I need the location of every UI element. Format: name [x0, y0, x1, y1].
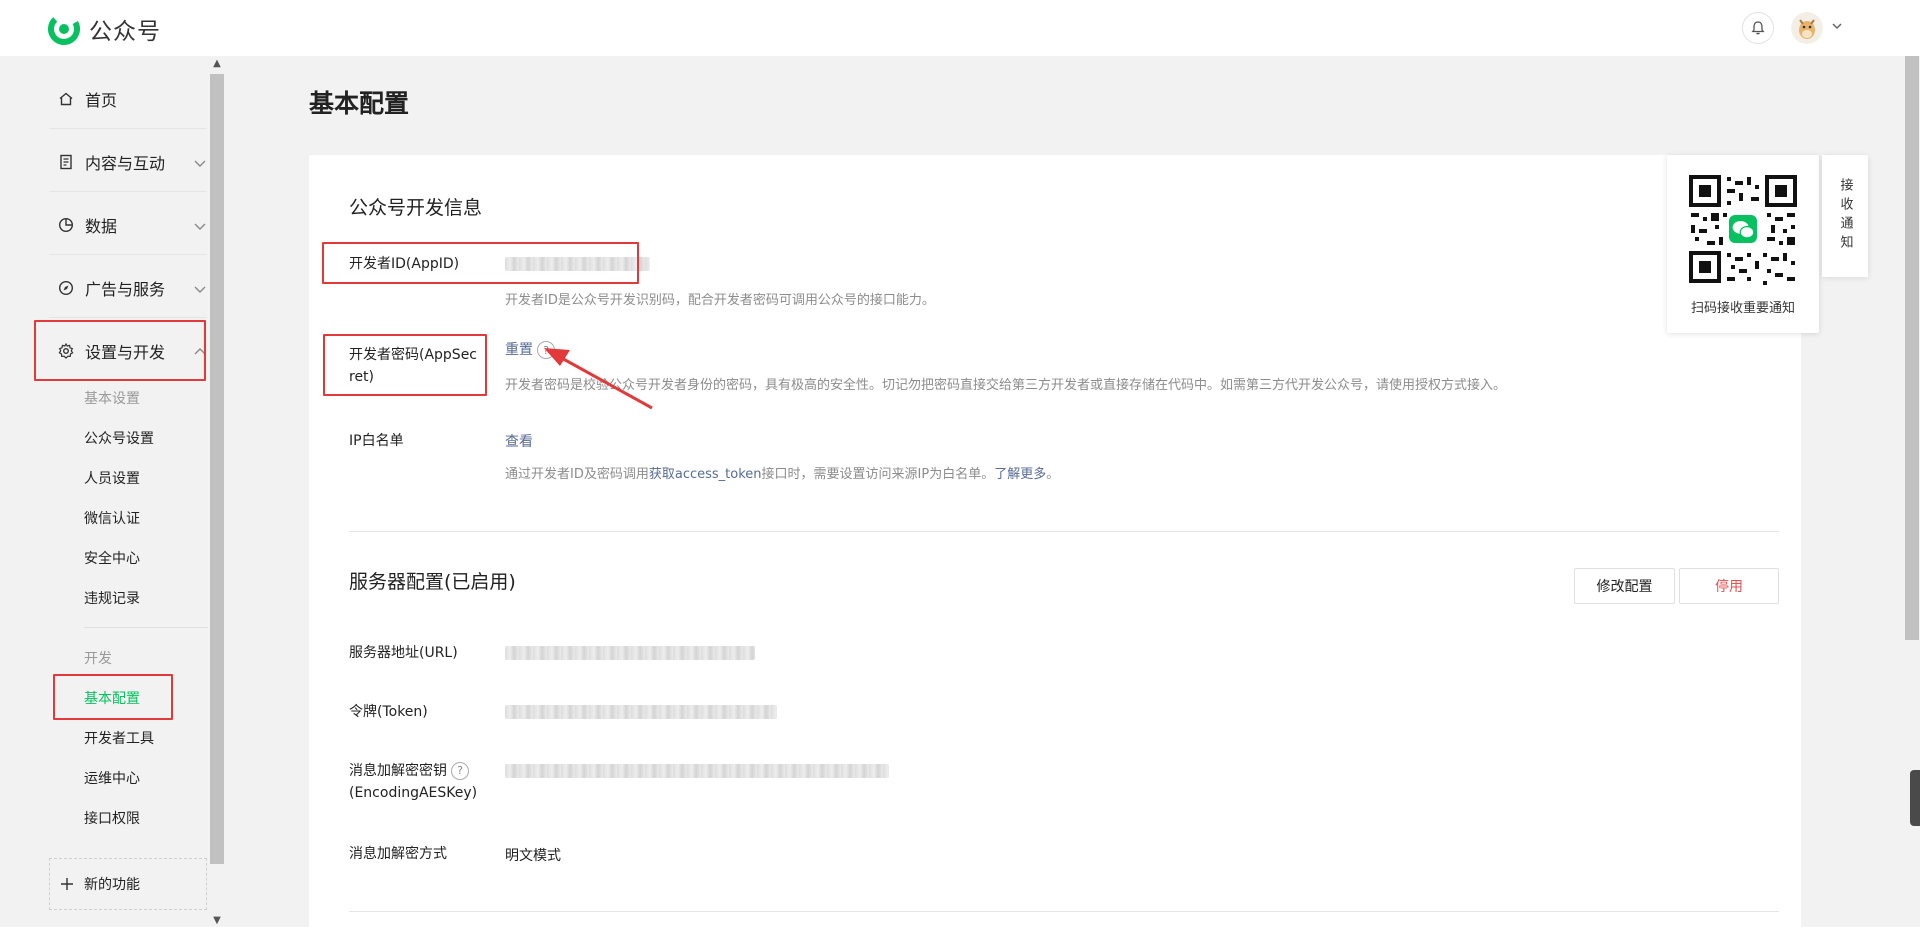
qr-notification-panel: 扫码接收重要通知 — [1667, 155, 1819, 333]
receive-notification-tab[interactable]: 接收通知 — [1822, 155, 1868, 277]
sidebar-item-violation-records[interactable]: 违规记录 — [84, 588, 140, 608]
access-token-link[interactable]: 获取access_token — [649, 467, 762, 482]
brand-name: 公众号 — [89, 19, 161, 45]
help-question-icon[interactable]: ? — [451, 762, 469, 780]
account-menu-chevron-icon[interactable] — [1831, 20, 1843, 32]
sidebar-scrollbar[interactable]: ▲ ▼ — [208, 56, 225, 927]
qr-code-icon — [1687, 173, 1799, 285]
scroll-up-arrow-icon[interactable]: ▲ — [211, 58, 223, 70]
sidebar-item-data[interactable]: 数据 — [49, 195, 207, 255]
bell-icon — [1751, 21, 1765, 35]
brand-logo[interactable]: 公众号 — [47, 12, 161, 46]
top-bar: 公众号 — [0, 0, 1920, 56]
learn-more-link[interactable]: 了解更多 — [994, 467, 1046, 482]
ip-whitelist-description: 通过开发者ID及密码调用获取access_token接口时，需要设置访问来源IP… — [505, 463, 1059, 482]
server-config-title: 服务器配置(已启用) — [349, 571, 516, 593]
plus-icon — [61, 878, 73, 890]
highlight-box-basic-config — [53, 674, 173, 720]
token-value-redacted — [505, 705, 777, 719]
sidebar-item-developer-tools[interactable]: 开发者工具 — [84, 728, 154, 748]
notification-bell-button[interactable] — [1742, 12, 1774, 44]
avatar-image-icon — [1791, 12, 1823, 44]
modify-config-button[interactable]: 修改配置 — [1574, 568, 1675, 604]
sidebar-item-content-interaction[interactable]: 内容与互动 — [49, 132, 207, 192]
server-url-value-redacted — [505, 646, 755, 660]
user-avatar[interactable] — [1791, 12, 1823, 44]
sidebar-group-header-dev: 开发 — [84, 651, 112, 667]
chevron-down-icon — [194, 223, 206, 230]
page-scroll-thumb[interactable] — [1905, 56, 1919, 640]
home-icon — [57, 90, 75, 108]
disable-button[interactable]: 停用 — [1679, 568, 1779, 604]
aes-key-label-line2: (EncodingAESKey) — [349, 785, 478, 801]
highlight-box-appsecret — [323, 334, 487, 396]
section-divider — [349, 911, 1779, 912]
aes-key-label-text: 消息加解密密钥 — [349, 763, 447, 779]
annotation-arrow-icon — [544, 348, 653, 410]
sidebar-item-label: 数据 — [85, 216, 118, 236]
sidebar-group-header-basic-settings: 基本设置 — [84, 391, 140, 407]
ip-desc-text: 通过开发者ID及密码调用 — [505, 467, 649, 482]
dev-info-title: 公众号开发信息 — [349, 197, 483, 219]
aes-key-label: 消息加解密密钥? (EncodingAESKey) — [349, 760, 477, 804]
sidebar-item-account-settings[interactable]: 公众号设置 — [84, 428, 154, 448]
chevron-down-icon — [194, 286, 206, 293]
highlight-box-appid — [322, 242, 639, 284]
ip-desc-text: 。 — [1046, 467, 1060, 482]
pie-chart-icon — [57, 216, 75, 234]
ip-desc-text: 接口时，需要设置访问来源IP为白名单。 — [761, 467, 995, 482]
aes-key-value-redacted — [505, 764, 889, 778]
document-icon — [57, 153, 75, 171]
chevron-down-icon — [194, 160, 206, 167]
sidebar-item-security-center[interactable]: 安全中心 — [84, 548, 140, 568]
encryption-mode-label: 消息加解密方式 — [349, 846, 447, 862]
scroll-down-arrow-icon[interactable]: ▼ — [211, 915, 223, 927]
sidebar-item-ops-center[interactable]: 运维中心 — [84, 768, 140, 788]
new-feature-button[interactable]: 新的功能 — [49, 858, 207, 910]
sidebar-scroll-thumb[interactable] — [210, 74, 224, 864]
ip-whitelist-view-link[interactable]: 查看 — [505, 431, 533, 451]
sidebar-item-wechat-verification[interactable]: 微信认证 — [84, 508, 140, 528]
section-divider — [349, 531, 1779, 532]
compass-icon — [57, 279, 75, 297]
ip-whitelist-label: IP白名单 — [349, 433, 404, 449]
aes-key-label-line1: 消息加解密密钥? — [349, 760, 477, 782]
qr-caption: 扫码接收重要通知 — [1690, 301, 1795, 316]
appid-description: 开发者ID是公众号开发识别码，配合开发者密码可调用公众号的接口能力。 — [505, 293, 935, 308]
sidebar-item-label: 内容与互动 — [85, 153, 166, 173]
sidebar-item-label: 广告与服务 — [85, 279, 166, 299]
highlight-box-settings-dev — [34, 320, 206, 381]
sidebar-item-staff-settings[interactable]: 人员设置 — [84, 468, 140, 488]
sidebar-item-api-permissions[interactable]: 接口权限 — [84, 808, 140, 828]
sidebar-item-home[interactable]: 首页 — [49, 69, 207, 129]
sidebar-item-label: 首页 — [85, 90, 118, 110]
page-title: 基本配置 — [309, 89, 410, 118]
token-label: 令牌(Token) — [349, 704, 428, 720]
encryption-mode-value: 明文模式 — [505, 848, 561, 864]
wechat-official-account-logo-icon — [48, 13, 80, 45]
new-feature-label: 新的功能 — [84, 877, 140, 893]
sidebar-divider — [84, 627, 208, 628]
sidebar-item-ads-services[interactable]: 广告与服务 — [49, 258, 207, 318]
appsecret-reset-link[interactable]: 重置 — [505, 342, 533, 358]
side-float-handle[interactable] — [1910, 770, 1920, 826]
server-url-label: 服务器地址(URL) — [349, 645, 458, 661]
